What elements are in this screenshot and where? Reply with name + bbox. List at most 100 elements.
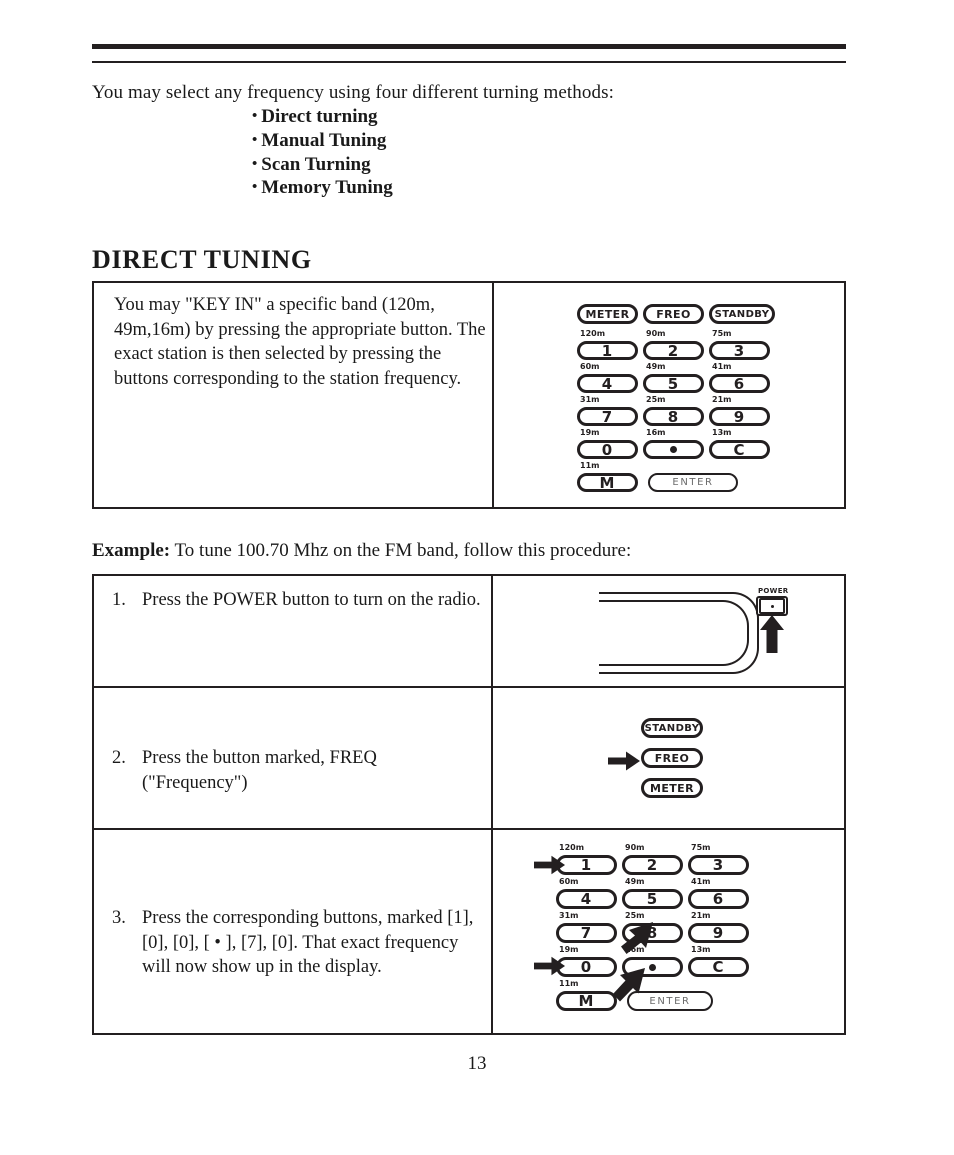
keypad-row: 120m 1 90m 2 75m 3 [577,330,775,363]
page-title: DIRECT TUNING [92,245,312,274]
power-button-indicator [759,598,785,614]
keypad-row: 19m 0 16m 13m C [577,429,775,462]
list-item: • Scan Turning [252,153,393,177]
keypad-button-5[interactable]: 5 [643,374,704,393]
keypad-band-label: 19m [559,945,579,954]
function-buttons-illustration: STANDBY FREO METER [608,718,703,808]
keypad-cell: 60m 4 [577,363,643,396]
keypad-band-label: 16m [646,428,666,437]
keypad-button-meter[interactable]: METER [577,304,638,324]
arrow-right-icon-key1 [534,855,566,875]
keypad-cell: 90m 2 [622,844,688,878]
keypad-button-freq[interactable]: FREO [641,748,703,768]
example-text: To tune 100.70 Mhz on the FM band, follo… [174,540,632,561]
header-rule-thin [92,61,846,63]
table-row: 1. Press the POWER button to turn on the… [112,588,482,613]
keypad-illustration-step3: 120m 1 90m 2 75m 3 60m 4 49m 5 41m 6 31m 7 25m 8 21m 9 19m… [534,844,754,1014]
keypad-button-enter[interactable]: ENTER [648,473,738,492]
step-number: 1. [112,590,126,610]
keypad-cell: 49m 5 [643,363,709,396]
step-instruction: Press the POWER button to turn on the ra… [142,590,481,610]
keypad-band-label: 21m [712,395,732,404]
keypad-button-dot[interactable] [643,440,704,459]
keypad-button-4[interactable]: 4 [556,889,617,909]
keypad-button-c[interactable]: C [709,440,770,459]
keypad-button-9[interactable]: 9 [688,923,749,943]
list-item-label: Scan Turning [261,153,371,175]
keypad-band-spacer [643,462,709,473]
steps-table-row-divider [94,828,844,830]
keypad-cell: 49m 5 [622,878,688,912]
bullet-icon: • [252,179,258,196]
arrow-diagonal-down-left-icon-key7 [621,922,653,954]
keypad-cell: 41m 6 [688,878,754,912]
keypad-button-standby[interactable]: STANDBY [709,304,775,324]
keypad-band-label: 31m [580,395,600,404]
keypad-row: 11m M ENTER [556,980,754,1014]
keypad-band-label: 31m [559,911,579,920]
radio-inner-shell [599,600,749,666]
decimal-dot-icon [670,446,677,453]
page-number: 13 [467,1053,487,1074]
keypad-button-3[interactable]: 3 [688,855,749,875]
example-label: Example: [92,540,171,561]
keypad-band-label: 60m [559,877,579,886]
keypad-row: 31m 7 25m 8 21m 9 [556,912,754,946]
keypad-button-c[interactable]: C [688,957,749,977]
example-line: Example: To tune 100.70 Mhz on the FM ba… [92,540,631,562]
keypad-button-9[interactable]: 9 [709,407,770,426]
tuning-methods-list: • Direct turning • Manual Tuning • Scan Tur… [252,105,393,200]
keypad-number-rows: 120m 1 90m 2 75m 3 60m 4 49m 5 41m 6 31m 7 25m 8 21m 9 19m… [556,844,754,1014]
keypad-button-3[interactable]: 3 [709,341,770,360]
keypad-button-0[interactable]: 0 [577,440,638,459]
keypad-button-m[interactable]: M [556,991,617,1011]
keypad-band-label: 49m [625,877,645,886]
step-instruction: Press the corresponding buttons, marked … [142,908,474,977]
keypad-band-label: 41m [712,362,732,371]
step-number: 2. [112,748,126,768]
keypad-button-4[interactable]: 4 [577,374,638,393]
keypad-cell: 19m 0 [577,429,643,462]
keypad-button-m[interactable]: M [577,473,638,492]
keypad-button-8[interactable]: 8 [643,407,704,426]
keypad-band-label: 25m [646,395,666,404]
keypad-band-label: 13m [691,945,711,954]
keypad-cell: 21m 9 [709,396,775,429]
keypad-band-label: 60m [580,362,600,371]
power-button[interactable] [756,596,788,616]
keypad-cell: 13m C [709,429,775,462]
keypad-button-2[interactable]: 2 [622,855,683,875]
keypad-cell: 41m 6 [709,363,775,396]
keypad-cell: 16m [643,429,709,462]
keypad-row: 60m 4 49m 5 41m 6 [556,878,754,912]
radio-body-illustration: POWER [599,586,849,681]
step-number: 3. [112,908,126,928]
keypad-button-6[interactable]: 6 [688,889,749,909]
keypad-button-7[interactable]: 7 [556,923,617,943]
keypad-band-label: 120m [580,329,606,338]
keypad-row: 31m 7 25m 8 21m 9 [577,396,775,429]
list-item-label: Direct turning [261,106,378,127]
keypad-button-5[interactable]: 5 [622,889,683,909]
list-item-label: Memory Tuning [261,177,393,199]
table-row: 2. Press the button marked, FREQ ("Frequ… [112,746,482,795]
keypad-button-2[interactable]: 2 [643,341,704,360]
keypad-band-label: 90m [625,843,645,852]
keypad-button-standby[interactable]: STANDBY [641,718,703,738]
keypad-band-label: 90m [646,329,666,338]
steps-table: 1. Press the POWER button to turn on the… [92,574,846,1035]
keypad-cell: 25m 8 [643,396,709,429]
keypad-number-rows: 120m 1 90m 2 75m 3 60m 4 49m 5 41m 6 31m 7 25m 8 21m 9 19m… [577,330,775,495]
arrow-up-icon [760,615,784,653]
keypad-band-label: 21m [691,911,711,920]
keypad-button-1[interactable]: 1 [577,341,638,360]
keypad-button-6[interactable]: 6 [709,374,770,393]
header-rule-thick [92,44,846,49]
direct-tuning-panel: You may "KEY IN" a specific band (120m, … [92,281,846,509]
keypad-button-freq[interactable]: FREO [643,304,704,324]
keypad-cell: 60m 4 [556,878,622,912]
keypad-button-meter[interactable]: METER [641,778,703,798]
list-item-label: Manual Tuning [261,129,387,151]
keypad-cell: 11m M [577,462,643,495]
keypad-button-7[interactable]: 7 [577,407,638,426]
